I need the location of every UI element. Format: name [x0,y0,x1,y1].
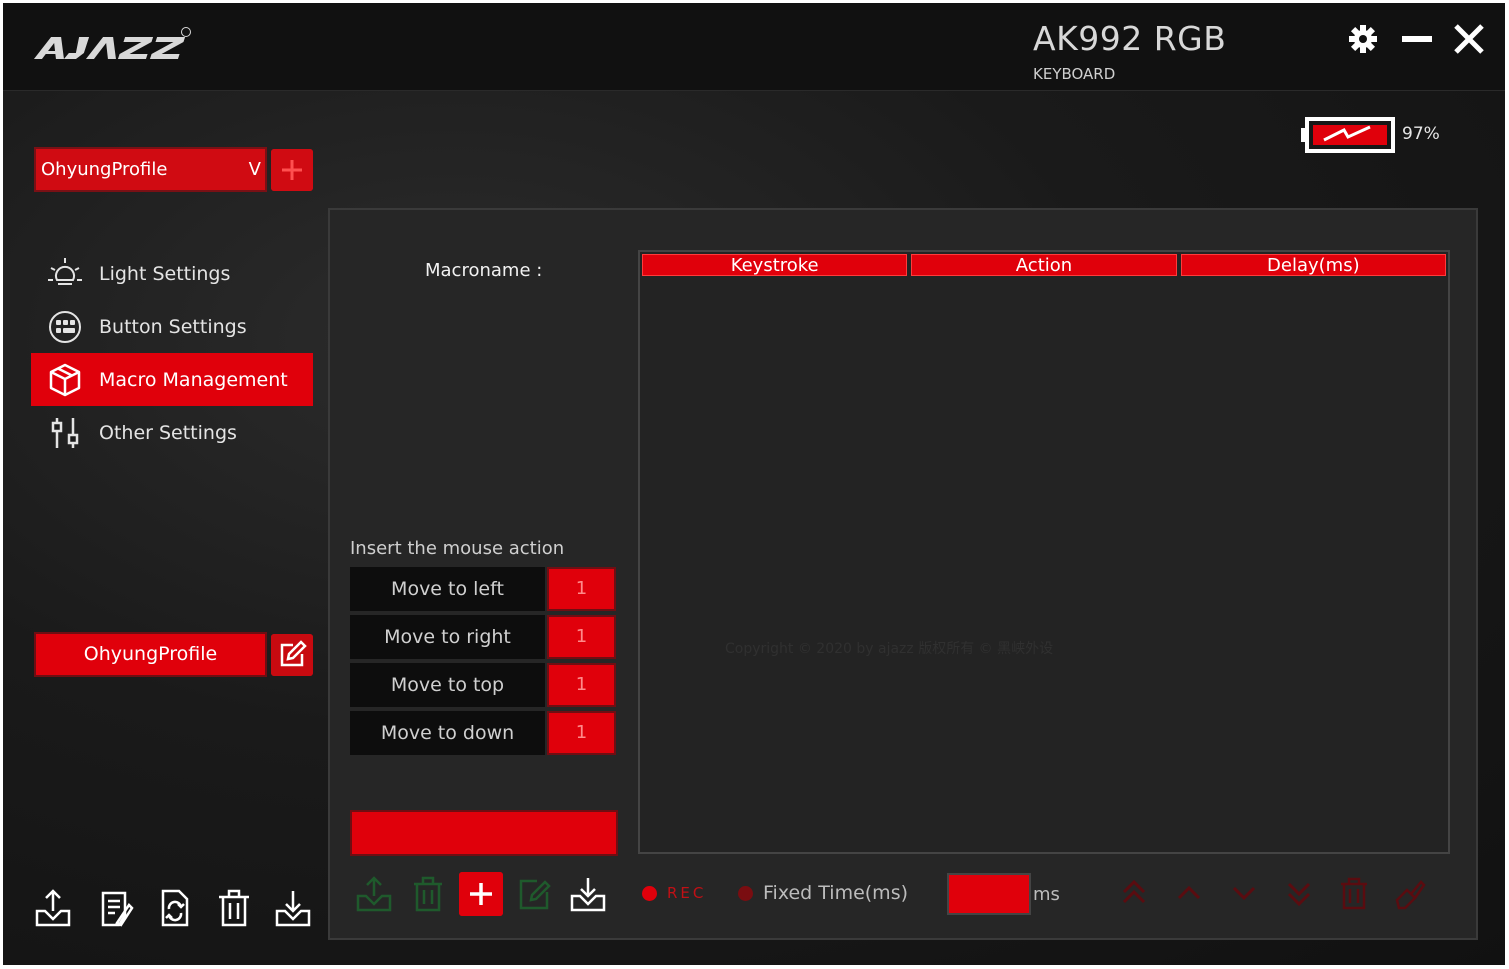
move-top-button[interactable]: Move to top [350,663,545,707]
import-icon[interactable] [273,885,313,933]
sidebar-item-label: Other Settings [99,421,237,444]
table-header: Keystroke Action Delay(ms) [642,254,1446,276]
trash-icon[interactable] [214,885,254,933]
notes-icon[interactable] [95,885,135,933]
gear-icon[interactable] [1345,21,1381,57]
ajazz-logo [33,27,191,59]
profile-select-value: OhyungProfile [41,159,168,180]
ms-unit-label: ms [1033,884,1060,905]
battery-icon [1301,117,1395,153]
move-right-value[interactable]: 1 [547,615,616,659]
rec-label: REC [667,884,707,902]
sidebar-item-label: Button Settings [99,315,247,338]
move-right-button[interactable]: Move to right [350,615,545,659]
mouse-action-row: Move to down 1 [350,711,618,755]
move-top-value[interactable]: 1 [547,663,616,707]
close-icon[interactable] [1451,21,1487,57]
device-model: AK992 RGB [1033,19,1227,58]
move-down-value[interactable]: 1 [547,711,616,755]
title-bar[interactable]: AK992 RGB KEYBOARD [3,3,1505,91]
mouse-action-row: Move to left 1 [350,567,618,611]
app-window: AK992 RGB KEYBOARD 97% OhyungProfile V L… [3,3,1505,965]
add-profile-button[interactable] [271,149,313,191]
profile-select[interactable]: OhyungProfile V [34,147,267,192]
sidebar-item-button-settings[interactable]: Button Settings [31,300,313,353]
insert-mouse-action-label: Insert the mouse action [350,538,565,559]
battery-percent: 97% [1402,124,1440,144]
column-action: Action [911,254,1177,276]
sliders-icon [51,417,79,448]
sidebar-item-label: Light Settings [99,262,231,285]
refresh-file-icon[interactable] [155,885,195,933]
move-left-button[interactable]: Move to left [350,567,545,611]
move-left-value[interactable]: 1 [547,567,616,611]
sidebar-item-macro-management[interactable]: Macro Management [31,353,313,406]
rec-dot-icon [642,885,657,901]
rec-toggle[interactable]: REC [642,884,706,902]
column-delay: Delay(ms) [1180,254,1446,276]
move-to-bottom-icon[interactable] [1281,874,1317,912]
keyboard-keys-icon [49,310,81,343]
sidebar-item-other-settings[interactable]: Other Settings [31,406,313,459]
import-macro-icon[interactable] [566,872,610,916]
export-icon[interactable] [33,885,73,933]
edit-macro-icon[interactable] [513,872,557,916]
sidebar-footer-toolbar [33,885,323,935]
sidebar-nav: Light Settings Button Settings Macro Man… [31,247,313,459]
macro-list-select[interactable] [350,810,618,856]
clear-steps-icon[interactable] [1391,874,1427,912]
mouse-action-row: Move to right 1 [350,615,618,659]
fixed-time-radio[interactable]: Fixed Time(ms) [738,882,908,904]
sidebar-item-light-settings[interactable]: Light Settings [31,247,313,300]
macro-box-icon [49,363,81,396]
add-macro-button[interactable] [459,872,503,916]
move-down-icon[interactable] [1226,874,1262,912]
delete-macro-icon[interactable] [406,872,450,916]
fixed-time-label: Fixed Time(ms) [763,882,909,904]
light-bulb-icon [48,257,82,285]
macro-steps-table[interactable]: Keystroke Action Delay(ms) Copyright © 2… [638,250,1450,854]
macro-name-label: Macroname : [425,260,543,281]
device-type: KEYBOARD [1033,65,1116,83]
macro-panel: Macroname : Keystroke Action Delay(ms) C… [328,208,1478,940]
minimize-icon[interactable] [1399,21,1435,57]
move-down-button[interactable]: Move to down [350,711,545,755]
copyright-text: Copyright © 2020 by ajazz 版权所有 © 黑峡外设 [725,641,1054,657]
chevron-down-icon: V [248,159,261,180]
edit-profile-button[interactable] [271,634,313,676]
fixed-time-dot-icon [738,885,753,901]
fixed-time-input[interactable] [947,873,1031,915]
column-keystroke: Keystroke [642,254,908,276]
sidebar-item-label: Macro Management [99,368,288,391]
mouse-action-row: Move to top 1 [350,663,618,707]
profile-name-field[interactable]: OhyungProfile [34,632,267,677]
export-macro-icon[interactable] [352,872,396,916]
delete-step-icon[interactable] [1336,874,1372,912]
move-up-icon[interactable] [1171,874,1207,912]
move-to-top-icon[interactable] [1116,874,1152,912]
